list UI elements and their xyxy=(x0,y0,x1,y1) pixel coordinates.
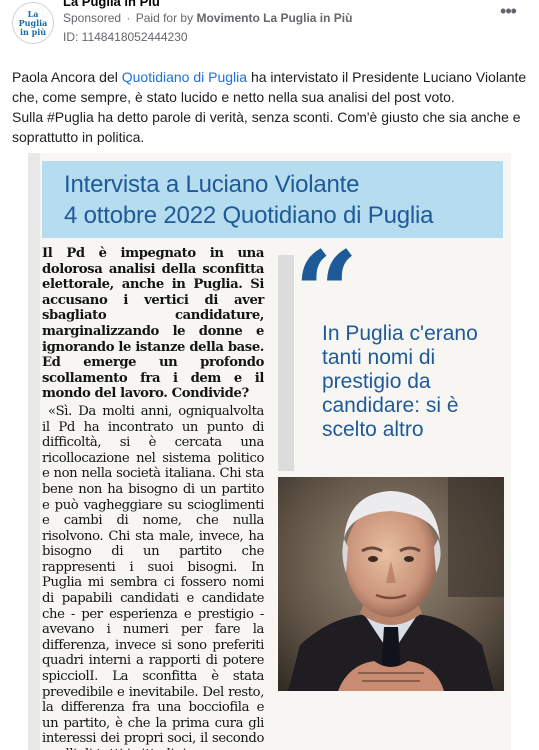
article-image[interactable]: Intervista a Luciano Violante 4 ottobre … xyxy=(28,153,511,750)
ad-id: ID: 1148418052444230 xyxy=(63,30,188,44)
more-options-icon[interactable]: ••• xyxy=(498,2,518,24)
post-header: La Puglia in più La Puglia in Più Sponso… xyxy=(0,0,539,60)
caption-text-3: Sulla #Puglia ha detto parole di verità,… xyxy=(12,109,521,145)
caption-text-1: Paola Ancora del xyxy=(12,69,122,85)
post-caption: Paola Ancora del Quotidiano di Puglia ha… xyxy=(12,67,527,147)
paid-for-prefix: Paid for by xyxy=(135,11,194,25)
sponsored-label: Sponsored xyxy=(63,11,122,25)
article-banner: Intervista a Luciano Violante 4 ottobre … xyxy=(42,161,503,238)
pull-quote-box: “ In Puglia c'erano tanti nomi di presti… xyxy=(278,229,506,471)
interview-question: Il Pd è impegnato in una dolorosa analis… xyxy=(42,246,264,402)
banner-title: Intervista a Luciano Violante xyxy=(64,171,360,198)
interview-answer: «Sì. Da molti anni, ogniqualvolta il Pd … xyxy=(42,403,264,750)
pull-quote-bar xyxy=(278,255,294,471)
banner-subtitle: 4 ottobre 2022 Quotidiano di Puglia xyxy=(64,202,434,229)
meta-separator: · xyxy=(126,11,131,25)
portrait-photo xyxy=(278,477,504,691)
caption-link[interactable]: Quotidiano di Puglia xyxy=(122,69,247,85)
portrait-illustration xyxy=(278,477,504,691)
interview-body: Il Pd è impegnato in una dolorosa analis… xyxy=(42,246,264,750)
page-avatar[interactable]: La Puglia in più xyxy=(12,2,54,44)
pull-quote-text: In Puglia c'erano tanti nomi di prestigi… xyxy=(322,322,478,441)
paid-for-by-name: Movimento La Puglia in Più xyxy=(196,11,353,25)
page-edge xyxy=(28,153,40,750)
page-name-link[interactable]: La Puglia in Più xyxy=(63,0,160,9)
sponsored-meta: Sponsored · Paid for by Movimento La Pug… xyxy=(63,11,352,25)
page-logo: La Puglia in più xyxy=(18,9,48,37)
